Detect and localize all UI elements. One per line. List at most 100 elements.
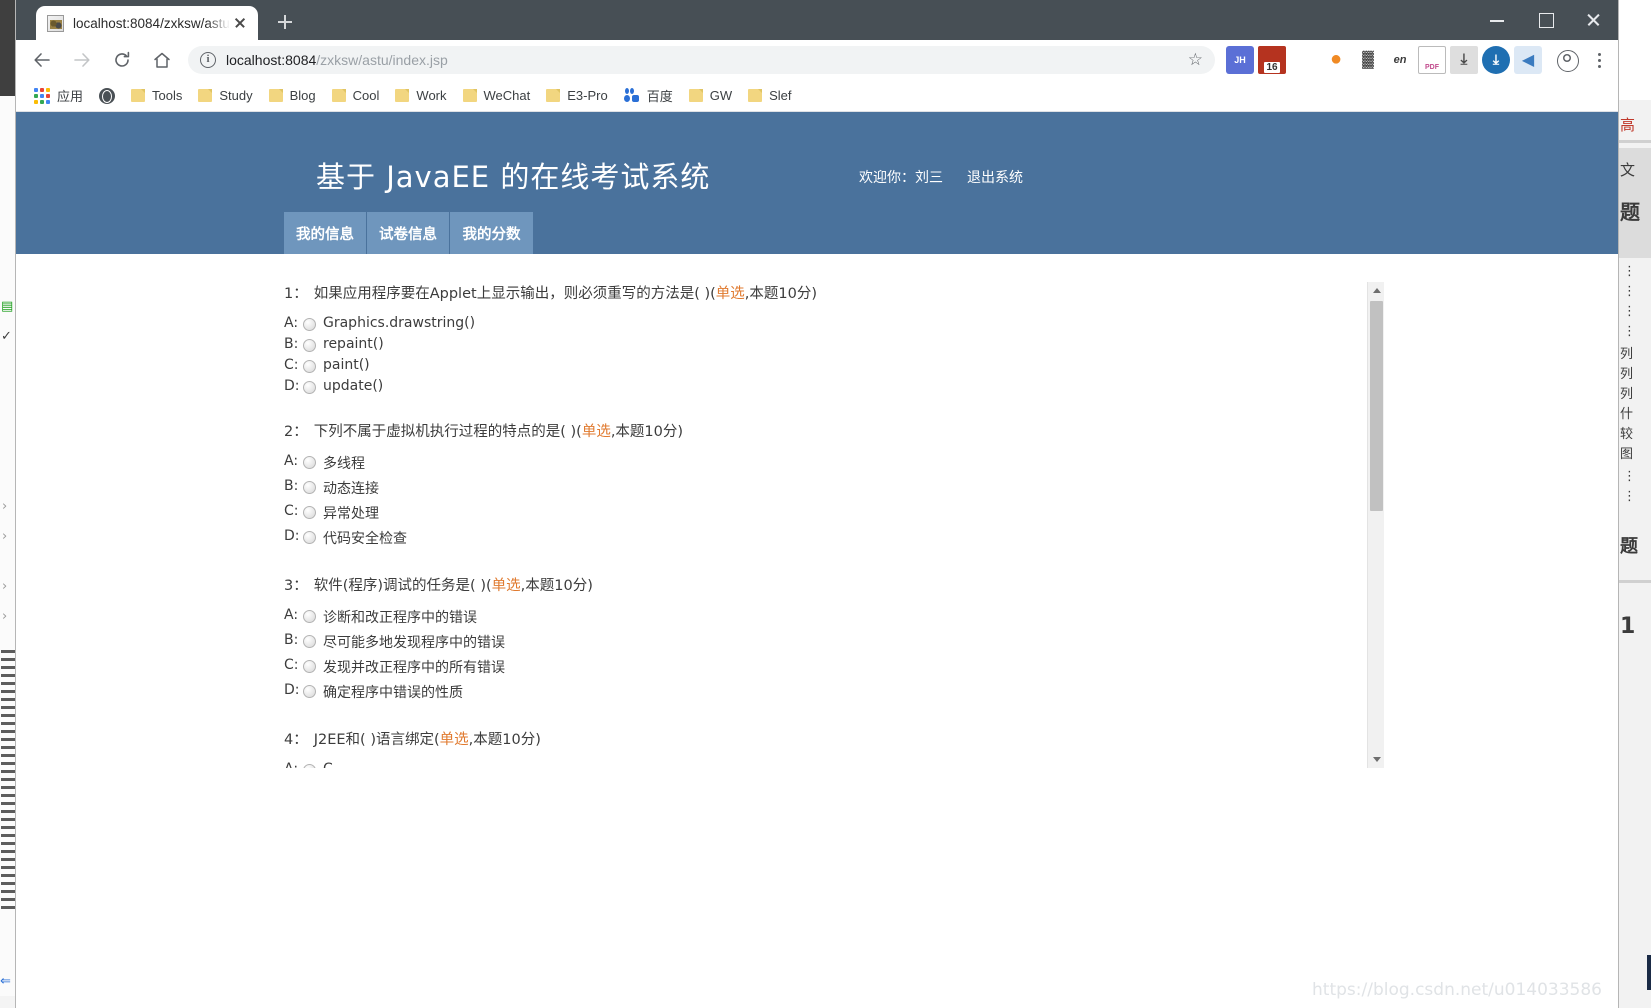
chrome-menu-button[interactable] bbox=[1586, 45, 1612, 75]
bookmark-work[interactable]: Work bbox=[387, 85, 454, 106]
address-bar[interactable]: i localhost:8084/zxksw/astu/index.jsp ☆ bbox=[188, 45, 1215, 74]
scroll-down-arrow-icon[interactable] bbox=[1368, 751, 1384, 768]
bookmark-study[interactable]: Study bbox=[190, 85, 260, 106]
bird-extension-icon[interactable]: ◀ bbox=[1514, 45, 1542, 74]
bookmark-label: Cool bbox=[352, 88, 380, 103]
option-letter: C: bbox=[284, 357, 299, 373]
option-row[interactable]: A: C bbox=[284, 761, 1367, 768]
question-score: ,本题10分) bbox=[468, 732, 541, 748]
tab-label: 试卷信息 bbox=[379, 226, 437, 243]
radio-button-icon[interactable] bbox=[303, 360, 316, 373]
baidu-icon bbox=[623, 88, 640, 103]
background-window-right[interactable]: 高 文 题 ⋮ ⋮ ⋮ ⋮ 列 列 列 什 较 图 ⋮ ⋮ 题 1 bbox=[1618, 0, 1651, 1008]
bookmark-gw[interactable]: GW bbox=[681, 85, 740, 106]
radio-button-icon[interactable] bbox=[303, 764, 316, 768]
bookmark-label: Slef bbox=[769, 88, 792, 103]
option-row[interactable]: B: repaint() bbox=[284, 336, 1367, 352]
minimize-button[interactable] bbox=[1474, 0, 1522, 40]
option-row[interactable]: C: paint() bbox=[284, 357, 1367, 373]
radio-button-icon[interactable] bbox=[303, 506, 316, 519]
background-window-left[interactable]: ▤ ✓ › › › › ⇐ bbox=[0, 0, 16, 1008]
download-tray-extension-icon[interactable]: ⤓ bbox=[1450, 45, 1478, 74]
bookmark-cool[interactable]: Cool bbox=[324, 85, 388, 106]
browser-tab-title: localhost:8084/zxksw/astu/index.jsp bbox=[73, 15, 230, 31]
bg-right-top bbox=[1619, 0, 1651, 100]
option-text: 发现并改正程序中的所有错误 bbox=[323, 660, 505, 676]
bookmark-star-icon[interactable]: ☆ bbox=[1188, 51, 1203, 68]
close-window-button[interactable] bbox=[1570, 0, 1618, 40]
question-body: J2EE和( )语言绑定( bbox=[313, 732, 440, 748]
option-row[interactable]: B: 尽可能多地发现程序中的错误 bbox=[284, 632, 1367, 652]
option-row[interactable]: C: 发现并改正程序中的所有错误 bbox=[284, 657, 1367, 677]
tab-my-info[interactable]: 我的信息 bbox=[284, 212, 367, 254]
jh-extension-icon[interactable]: JH bbox=[1226, 45, 1254, 74]
radio-button-icon[interactable] bbox=[303, 635, 316, 648]
window-controls bbox=[1474, 0, 1618, 40]
option-row[interactable]: A: 诊断和改正程序中的错误 bbox=[284, 607, 1367, 627]
scroll-up-arrow-icon[interactable] bbox=[1368, 282, 1384, 299]
scrollbar-thumb[interactable] bbox=[1370, 301, 1383, 511]
bookmark-wechat[interactable]: WeChat bbox=[455, 85, 539, 106]
profile-button[interactable] bbox=[1552, 45, 1582, 75]
radio-button-icon[interactable] bbox=[303, 685, 316, 698]
translate-extension-icon[interactable]: en bbox=[1386, 46, 1414, 74]
tab-my-score[interactable]: 我的分数 bbox=[450, 212, 533, 254]
option-row[interactable]: C: 异常处理 bbox=[284, 503, 1367, 523]
bg-right-glyph-lie-1: 列 bbox=[1620, 347, 1634, 362]
bookmark-slef[interactable]: Slef bbox=[740, 85, 799, 106]
browser-tab[interactable]: localhost:8084/zxksw/astu/index.jsp bbox=[36, 6, 258, 40]
folder-icon bbox=[268, 89, 283, 102]
orange-circle-extension-icon[interactable]: ● bbox=[1322, 46, 1350, 74]
option-letter: B: bbox=[284, 336, 299, 352]
option-text: 尽可能多地发现程序中的错误 bbox=[323, 635, 505, 651]
radio-button-icon[interactable] bbox=[303, 531, 316, 544]
apps-shortcut[interactable]: 应用 bbox=[26, 83, 91, 108]
monkey-extension-icon[interactable]: 🐵 bbox=[1290, 46, 1318, 74]
logout-link[interactable]: 退出系统 bbox=[967, 167, 1023, 187]
home-icon[interactable] bbox=[147, 45, 177, 75]
radio-button-icon[interactable] bbox=[303, 456, 316, 469]
close-tab-icon[interactable] bbox=[230, 13, 250, 33]
question-type: 单选 bbox=[715, 286, 745, 302]
bookmark-label: 百度 bbox=[646, 89, 673, 104]
option-row[interactable]: B: 动态连接 bbox=[284, 478, 1367, 498]
radio-button-icon[interactable] bbox=[303, 381, 316, 394]
bookmark-label: GW bbox=[709, 88, 733, 103]
translate-label: en bbox=[1393, 53, 1407, 66]
radio-button-icon[interactable] bbox=[303, 610, 316, 623]
bookmark-label: Work bbox=[416, 88, 447, 103]
exam-scrollbar[interactable] bbox=[1367, 282, 1384, 768]
bg-right-glyph-one: 1 bbox=[1620, 614, 1636, 639]
site-header: 基于 JavaEE 的在线考试系统 欢迎你：刘三 退出系统 我的信息 试卷信息 … bbox=[16, 112, 1618, 254]
bg-right-glyph-gao: 高 bbox=[1620, 116, 1636, 134]
bookmark-blog[interactable]: Blog bbox=[261, 85, 324, 106]
qrcode-extension-icon[interactable]: ▓ bbox=[1354, 46, 1382, 74]
option-row[interactable]: D: 确定程序中错误的性质 bbox=[284, 682, 1367, 702]
bookmark-baidu[interactable]: 百度 bbox=[616, 83, 681, 108]
bookmark-globe[interactable] bbox=[91, 85, 123, 107]
radio-button-icon[interactable] bbox=[303, 660, 316, 673]
maximize-button[interactable] bbox=[1522, 0, 1570, 40]
radio-button-icon[interactable] bbox=[303, 481, 316, 494]
reload-icon[interactable] bbox=[107, 45, 137, 75]
option-row[interactable]: A: 多线程 bbox=[284, 453, 1367, 473]
site-info-icon[interactable]: i bbox=[200, 51, 216, 68]
forward-icon[interactable] bbox=[67, 45, 97, 75]
new-tab-button[interactable] bbox=[270, 7, 300, 37]
radio-button-icon[interactable] bbox=[303, 339, 316, 352]
question-body: 软件(程序)调试的任务是( )( bbox=[313, 578, 492, 594]
back-icon[interactable] bbox=[27, 45, 57, 75]
bookmarks-bar: 应用 Tools Study Blog Cool Work WeChat E3-… bbox=[16, 80, 1618, 112]
downloader-extension-icon[interactable]: ⤓ bbox=[1482, 45, 1510, 74]
calendar-extension-icon[interactable]: 16 bbox=[1258, 45, 1286, 74]
bg-left-glyph-bottom: ⇐ bbox=[0, 974, 11, 989]
bookmark-tools[interactable]: Tools bbox=[123, 85, 190, 106]
pdf-extension-icon[interactable]: PDF bbox=[1418, 45, 1446, 74]
bookmark-e3pro[interactable]: E3-Pro bbox=[538, 85, 615, 106]
option-row[interactable]: D: 代码安全检查 bbox=[284, 528, 1367, 548]
option-row[interactable]: D: update() bbox=[284, 378, 1367, 394]
tab-exam-info[interactable]: 试卷信息 bbox=[367, 212, 450, 254]
option-row[interactable]: A: Graphics.drawstring() bbox=[284, 315, 1367, 331]
bookmark-label: Study bbox=[219, 88, 253, 103]
radio-button-icon[interactable] bbox=[303, 318, 316, 331]
